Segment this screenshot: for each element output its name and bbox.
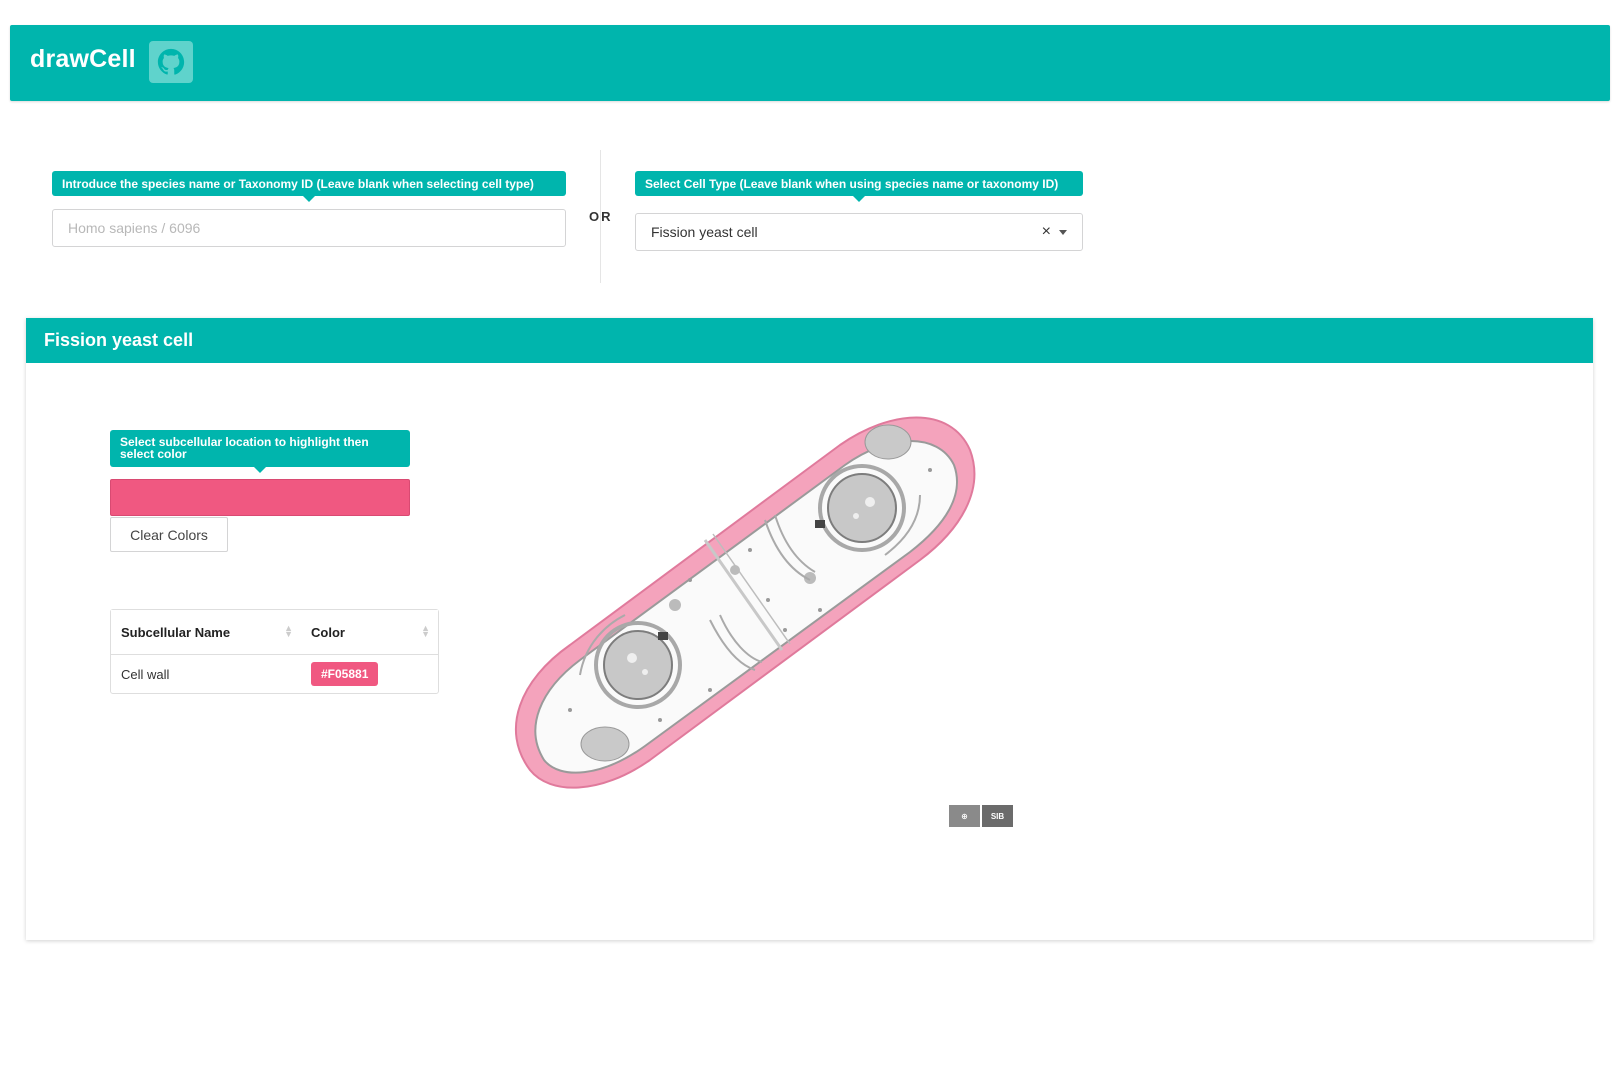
species-input[interactable] xyxy=(52,209,566,247)
github-icon[interactable] xyxy=(149,41,193,83)
color-badge[interactable]: #F05881 xyxy=(311,662,379,686)
panel-title: Fission yeast cell xyxy=(26,318,1593,363)
expasy-logo-icon: ⊕ xyxy=(949,805,980,827)
caret-down-icon[interactable] xyxy=(1059,229,1067,235)
fission-yeast-cell-illustration[interactable] xyxy=(510,410,1010,810)
column-header-name-label: Subcellular Name xyxy=(121,624,231,640)
cell-type-select[interactable]: Fission yeast cell × xyxy=(635,213,1083,251)
column-header-name[interactable]: Subcellular Name ▲ ▼ xyxy=(111,610,301,655)
species-field-label: Introduce the species name or Taxonomy I… xyxy=(52,171,566,202)
subcellular-color-cell: #F05881 xyxy=(301,655,438,693)
sib-logo-icon: SIB xyxy=(982,805,1013,827)
nucleus-1[interactable] xyxy=(594,621,682,709)
subcellular-name-cell: Cell wall xyxy=(121,666,170,682)
clear-colors-button[interactable]: Clear Colors xyxy=(110,517,228,552)
sort-icon[interactable]: ▲ ▼ xyxy=(284,624,293,639)
table-row[interactable]: Cell wall #F05881 xyxy=(111,655,438,693)
or-separator: OR xyxy=(589,209,613,224)
close-icon[interactable]: × xyxy=(1042,223,1051,241)
subcellular-table: Subcellular Name ▲ ▼ Color ▲ ▼ Cell wall #… xyxy=(110,609,439,694)
sort-icon[interactable]: ▲ ▼ xyxy=(421,624,430,639)
sib-logos: ⊕ SIB xyxy=(949,805,1013,827)
column-header-color[interactable]: Color ▲ ▼ xyxy=(301,610,438,655)
color-picker[interactable] xyxy=(110,479,410,516)
cell-type-selected-value: Fission yeast cell xyxy=(651,224,758,240)
cell-type-field-label: Select Cell Type (Leave blank when using… xyxy=(635,171,1083,202)
app-title[interactable]: drawCell xyxy=(30,45,136,74)
column-header-color-label: Color xyxy=(311,624,345,640)
subcell-location-label: Select subcellular location to highlight… xyxy=(110,430,410,473)
github-icon-graphic xyxy=(157,48,185,75)
cell-wall-shape[interactable] xyxy=(514,416,976,789)
top-navbar: drawCell xyxy=(10,25,1610,101)
